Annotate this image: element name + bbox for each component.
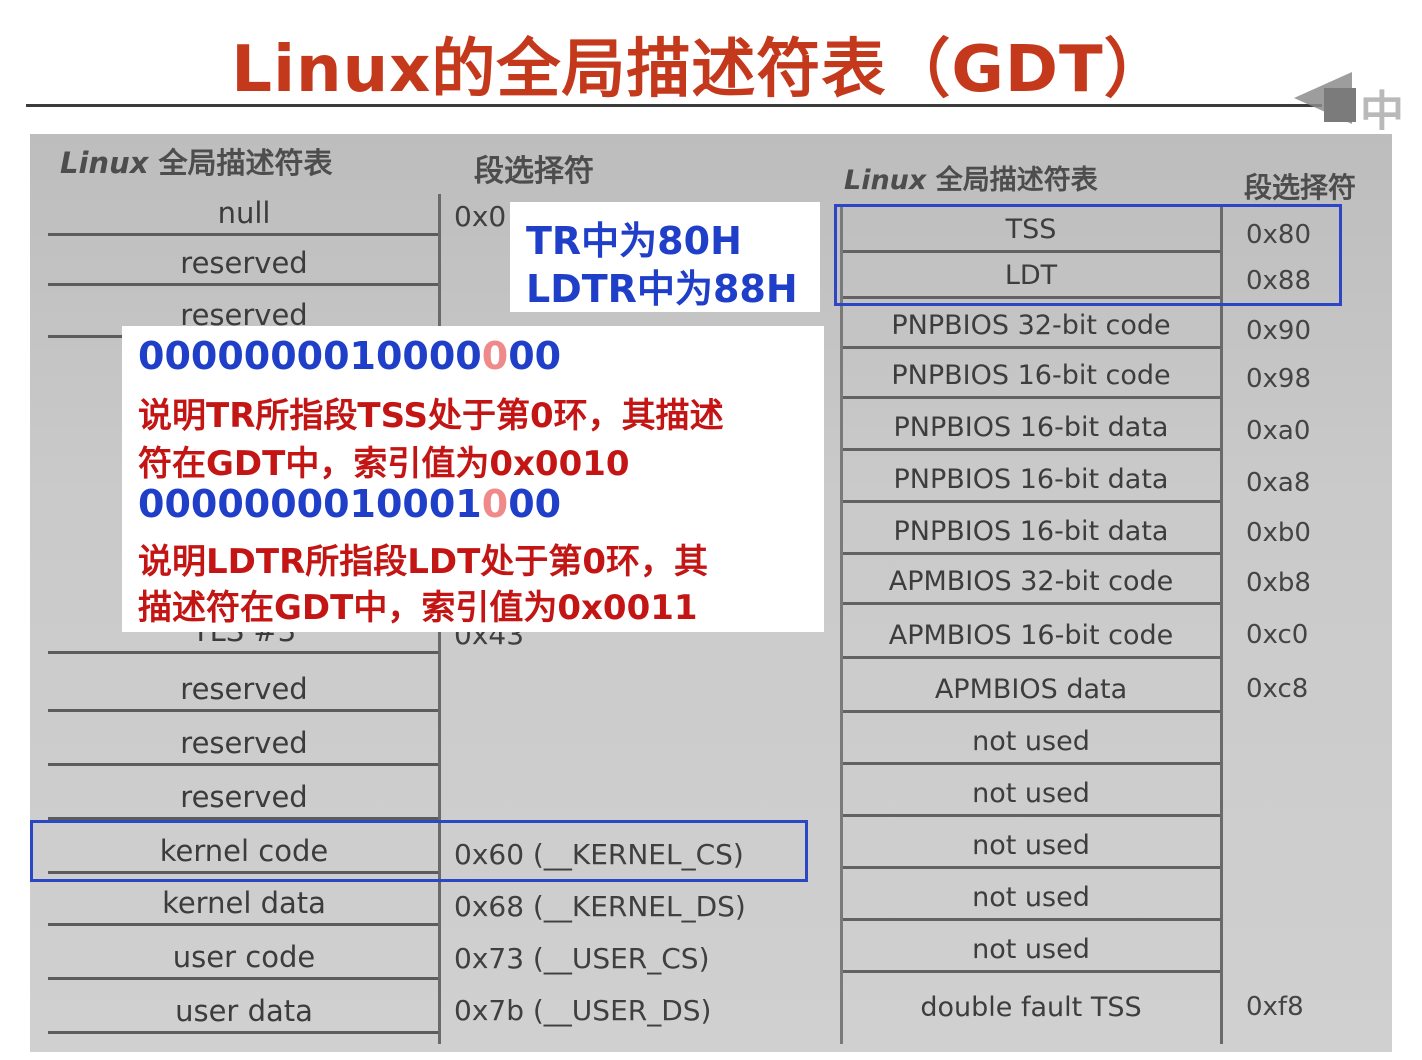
right-row-sel: 0xc0 (1246, 620, 1309, 650)
logo-text: 中国 (1360, 87, 1404, 130)
right-row-sel: 0x98 (1246, 364, 1312, 394)
right-row-sel: 0xb0 (1246, 518, 1311, 548)
left-row-sel: 0x7b (__USER_DS) (454, 994, 712, 1027)
tr-selector-binary: 0000000010000000 (138, 334, 562, 378)
left-row-desc: user data (48, 994, 440, 1034)
left-header-linux: Linux (60, 146, 149, 180)
right-row-sel: 0xb8 (1246, 568, 1311, 598)
left-row-desc: null (48, 196, 440, 236)
ldtr-explanation-line1: 说明LDTR所指段LDT处于第0环，其 (138, 542, 708, 582)
right-row-desc: PNPBIOS 16-bit data (842, 516, 1220, 555)
tr-explanation-line1: 说明TR所指段TSS处于第0环，其描述 (138, 396, 724, 436)
callout-ldtr-line: LDTR中为88H (526, 267, 798, 311)
right-row-desc: not used (842, 934, 1220, 973)
left-header-desc-text: 全局描述符表 (158, 146, 333, 180)
left-row-desc: reserved (48, 672, 440, 712)
right-row-desc: PNPBIOS 16-bit code (842, 360, 1220, 399)
tss-ldt-highlight (834, 204, 1342, 306)
right-row-desc: PNPBIOS 32-bit code (842, 310, 1220, 349)
right-header-sel: 段选择符 (1244, 171, 1357, 204)
right-header-desc-text: 全局描述符表 (935, 165, 1098, 196)
ldtr-selector-binary: 0000000010001000 (138, 482, 562, 526)
left-row-desc: kernel data (48, 886, 440, 926)
logo-bar (1324, 88, 1356, 122)
slide-title: Linux的全局描述符表（GDT） (231, 33, 1169, 107)
left-header-desc: Linux 全局描述符表 (60, 140, 333, 182)
left-row-desc: reserved (48, 246, 440, 286)
left-header-sel: 段选择符 (474, 154, 594, 189)
right-row-sel: 0x90 (1246, 316, 1312, 346)
right-row-desc: APMBIOS data (842, 674, 1220, 713)
right-row-sel: 0xa8 (1246, 468, 1311, 498)
logo: 中国 (1288, 70, 1422, 130)
left-row-sel: 0x73 (__USER_CS) (454, 942, 710, 975)
right-header-desc: Linux 全局描述符表 (844, 158, 1098, 197)
left-row-sel: 0x0 (454, 200, 507, 233)
kernel-code-highlight (30, 820, 808, 882)
right-table-left-edge (840, 204, 843, 1044)
right-header-linux: Linux (844, 165, 927, 196)
left-row-desc: reserved (48, 726, 440, 766)
right-row-desc: not used (842, 830, 1220, 869)
left-row-desc: user code (48, 940, 440, 980)
right-row-sel: 0xf8 (1246, 992, 1304, 1022)
callout-tr-line: TR中为80H (526, 219, 742, 263)
right-row-sel: 0xc8 (1246, 674, 1309, 704)
right-row-desc: not used (842, 882, 1220, 921)
title-divider (26, 104, 1322, 107)
right-row-sel: 0xa0 (1246, 416, 1311, 446)
right-row-desc: APMBIOS 16-bit code (842, 620, 1220, 659)
right-row-desc: not used (842, 778, 1220, 817)
left-row-sel: 0x68 (__KERNEL_DS) (454, 890, 746, 923)
selector-explanation-callout: 0000000010000000 说明TR所指段TSS处于第0环，其描述 符在G… (122, 326, 824, 632)
ldtr-explanation-line2: 描述符在GDT中，索引值为0x0011 (138, 588, 698, 628)
tr-explanation-line2: 符在GDT中，索引值为0x0010 (138, 444, 630, 484)
left-row-desc: reserved (48, 780, 440, 820)
right-row-desc: double fault TSS (920, 992, 1142, 1023)
right-row-desc: not used (842, 726, 1220, 765)
right-row-desc: PNPBIOS 16-bit data (842, 464, 1220, 503)
tr-ldtr-callout: TR中为80H LDTR中为88H (510, 202, 820, 312)
right-row-desc: PNPBIOS 16-bit data (842, 412, 1220, 451)
right-column-divider (1220, 204, 1223, 1044)
right-row-desc: APMBIOS 32-bit code (842, 566, 1220, 605)
